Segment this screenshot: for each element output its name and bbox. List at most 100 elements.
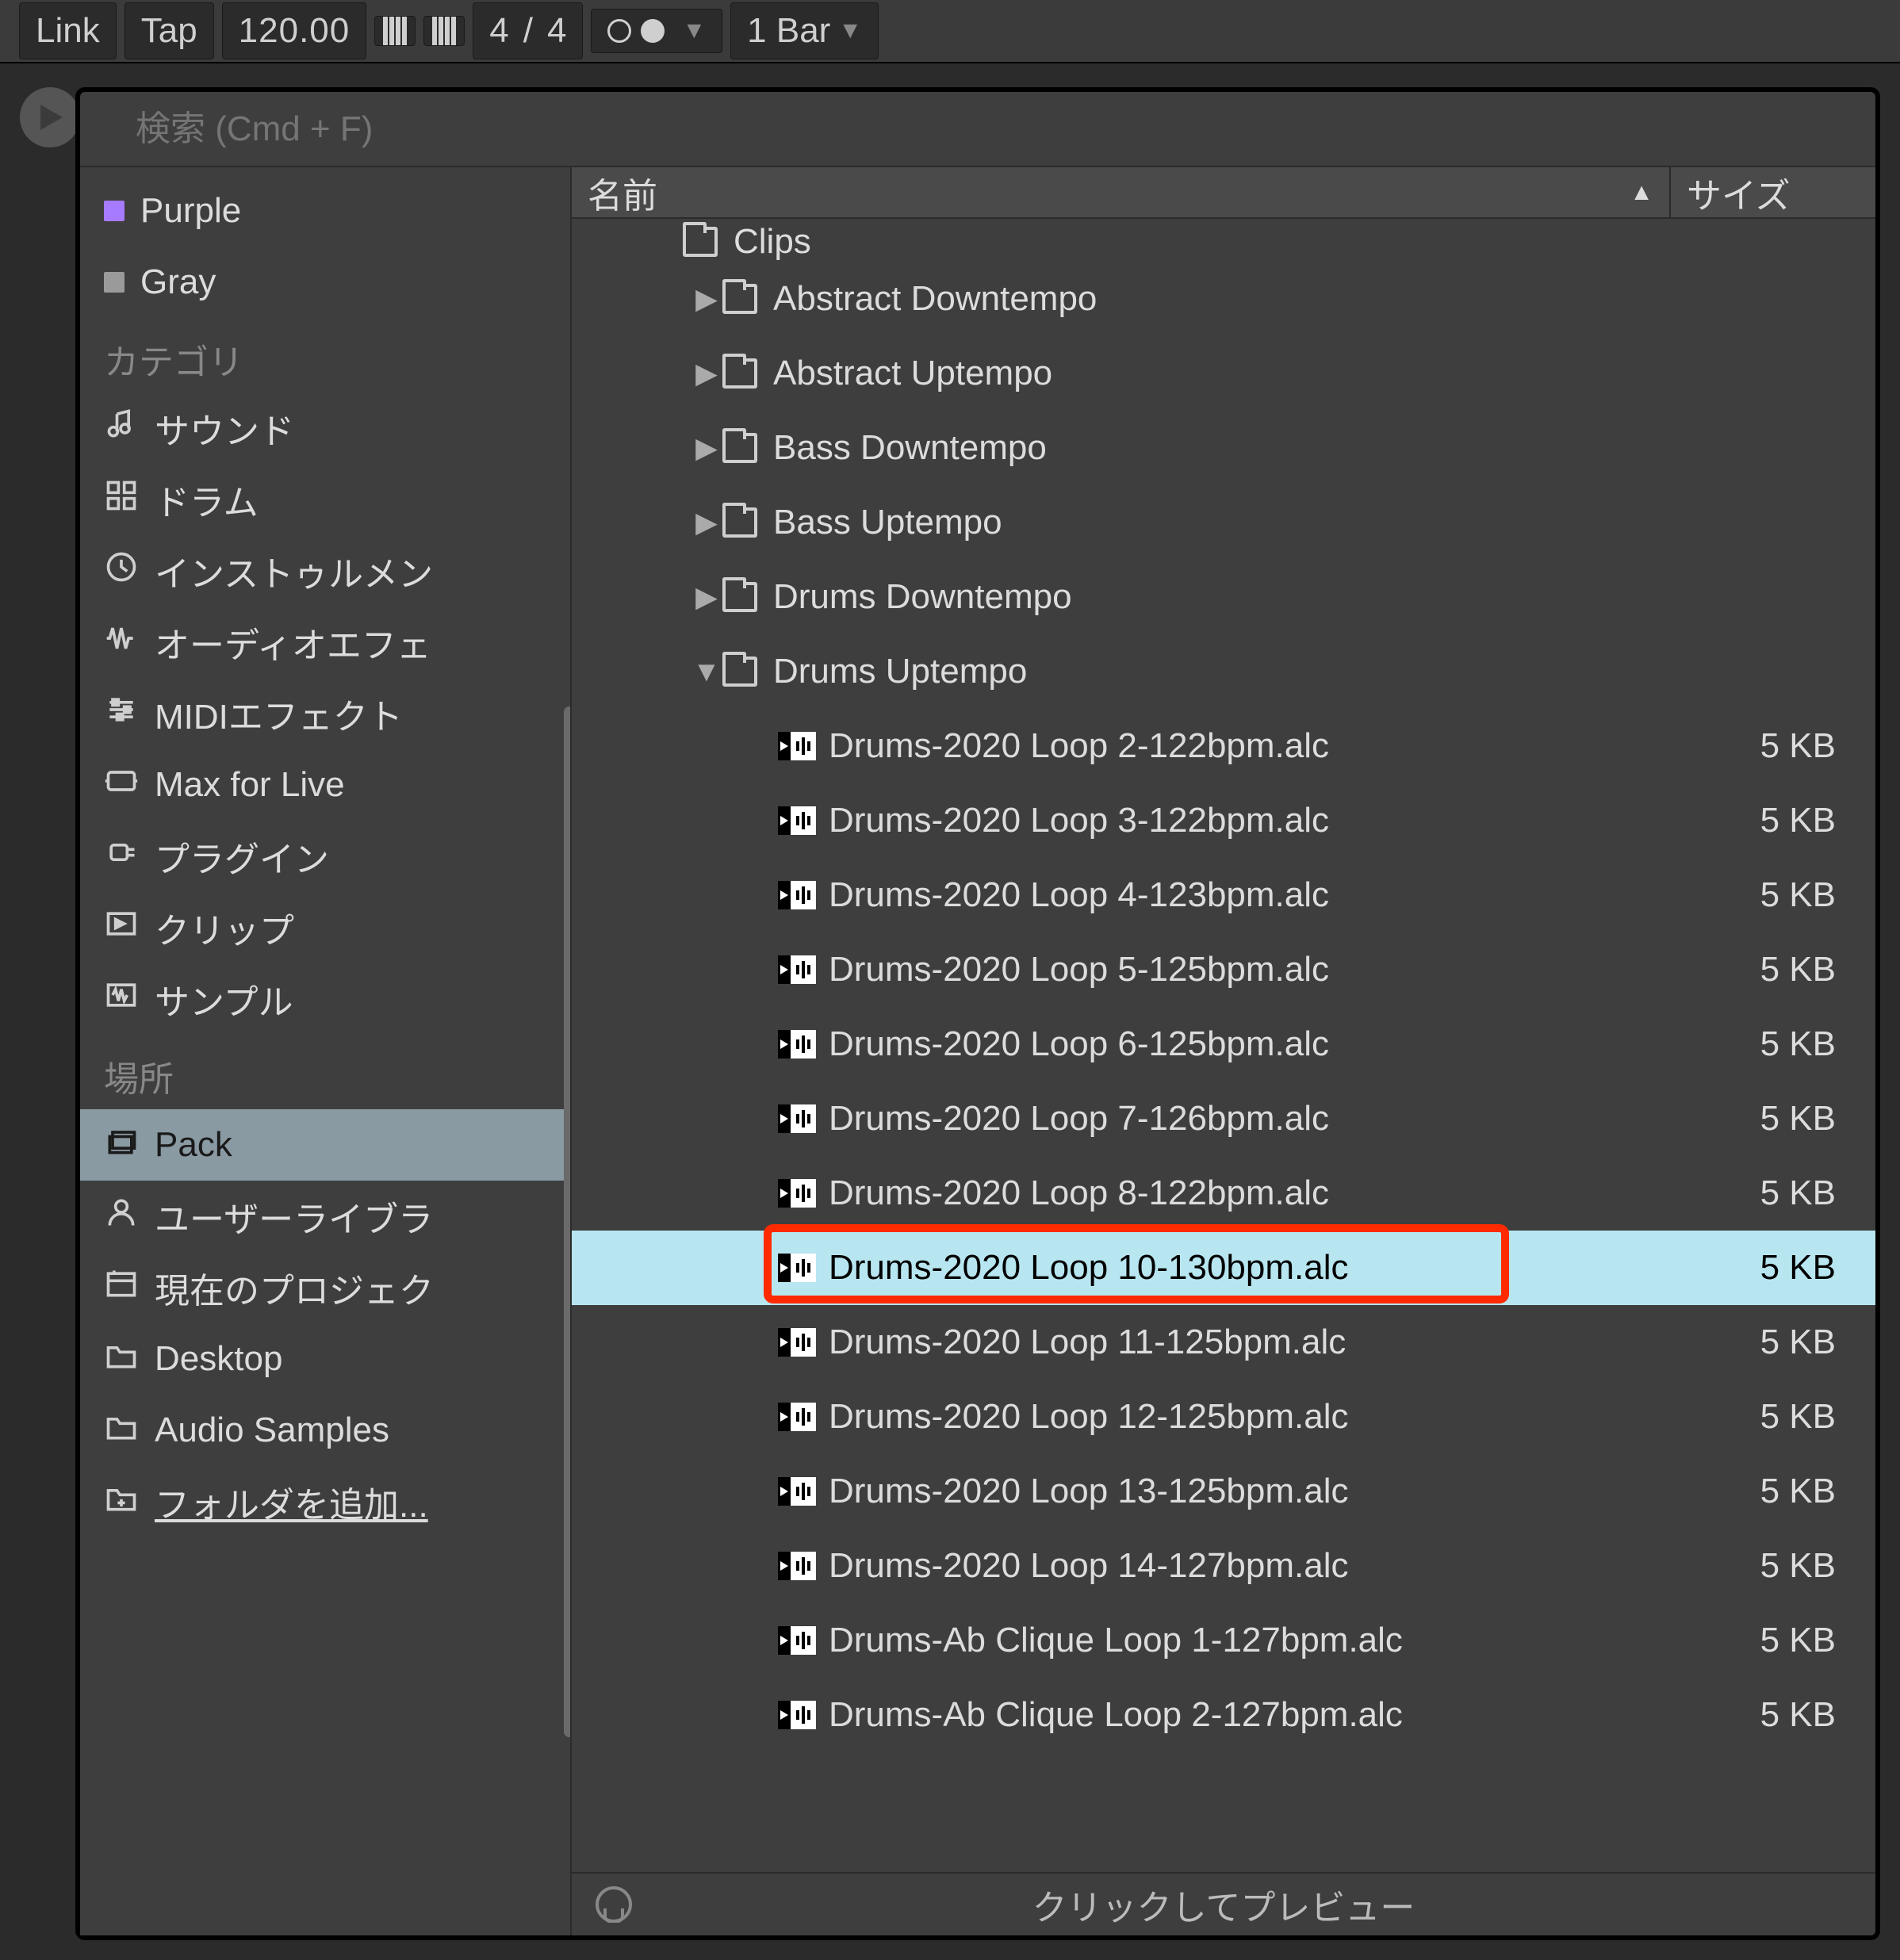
chevron-right-icon[interactable]: ▶	[691, 282, 722, 316]
clip-file-icon	[778, 1477, 816, 1506]
sig-denominator[interactable]: 4	[547, 11, 566, 51]
list-header: 名前 ▲ サイズ	[572, 167, 1875, 219]
column-name[interactable]: 名前 ▲	[572, 167, 1669, 218]
sliders-icon	[104, 692, 139, 736]
file-row[interactable]: Drums-Ab Clique Loop 2-127bpm.alc5 KB	[572, 1678, 1875, 1752]
preview-bar[interactable]: クリックしてプレビュー	[572, 1872, 1875, 1935]
file-row[interactable]: Drums-2020 Loop 14-127bpm.alc5 KB	[572, 1529, 1875, 1603]
metronome-button[interactable]: ▼	[591, 9, 722, 53]
nudge-down-button[interactable]	[374, 16, 416, 46]
chevron-down-icon[interactable]: ▼	[682, 17, 706, 44]
user-icon	[104, 1195, 139, 1238]
chevron-right-icon[interactable]: ▶	[691, 506, 722, 539]
file-size: 5 KB	[1669, 950, 1875, 990]
category-note[interactable]: サウンド	[80, 392, 570, 464]
places-heading: 場所	[80, 1035, 570, 1109]
file-row[interactable]: Drums-2020 Loop 5-125bpm.alc5 KB	[572, 932, 1875, 1007]
file-row[interactable]: Drums-2020 Loop 10-130bpm.alc5 KB	[572, 1231, 1875, 1305]
clock-icon	[104, 549, 139, 593]
chevron-right-icon[interactable]: ▶	[691, 357, 722, 390]
category-sample[interactable]: サンプル	[80, 963, 570, 1035]
tap-button[interactable]: Tap	[124, 2, 214, 59]
folder-row[interactable]: ▶Drums Downtempo	[572, 560, 1875, 634]
category-plug[interactable]: プラグイン	[80, 821, 570, 892]
browser-panel: Purple Gray カテゴリ サウンドドラムインストゥルメンオーディオエフェ M…	[75, 87, 1880, 1940]
category-label: MIDIエフェクト	[155, 688, 403, 739]
place--[interactable]: 現在のプロジェク	[80, 1252, 570, 1323]
folder-row[interactable]: ▶Bass Uptempo	[572, 485, 1875, 560]
filter-label: Gray	[140, 262, 216, 302]
place-pack[interactable]: Pack	[80, 1109, 570, 1181]
clip-file-icon	[778, 1030, 816, 1058]
quantize-menu[interactable]: 1 Bar ▼	[730, 2, 879, 59]
folder-icon	[683, 227, 718, 257]
folder-row[interactable]: ▶Abstract Downtempo	[572, 262, 1875, 336]
file-row[interactable]: Drums-2020 Loop 12-125bpm.alc5 KB	[572, 1380, 1875, 1454]
category-max[interactable]: Max for Live	[80, 749, 570, 821]
place--[interactable]: ユーザーライブラ	[80, 1181, 570, 1252]
clip-file-icon	[778, 1254, 816, 1282]
tempo-field[interactable]: 120.00	[222, 2, 367, 59]
file-row[interactable]: Drums-2020 Loop 3-122bpm.alc5 KB	[572, 783, 1875, 858]
category-wave[interactable]: オーディオエフェ	[80, 607, 570, 678]
max-icon	[104, 764, 139, 807]
file-row[interactable]: Drums-2020 Loop 4-123bpm.alc5 KB	[572, 858, 1875, 932]
link-button[interactable]: Link	[19, 2, 117, 59]
folder-icon	[722, 507, 757, 538]
chevron-down-icon: ▼	[838, 17, 862, 44]
color-filter-purple[interactable]: Purple	[80, 175, 570, 247]
transport-bar: Link Tap 120.00 4 / 4 ▼ 1 Bar ▼	[0, 0, 1900, 63]
place-desktop[interactable]: Desktop	[80, 1323, 570, 1395]
folder-icon	[104, 1338, 139, 1381]
category-pads[interactable]: ドラム	[80, 464, 570, 535]
file-size: 5 KB	[1669, 1024, 1875, 1064]
file-name: Drums-2020 Loop 8-122bpm.alc	[818, 1173, 1669, 1213]
folder-row[interactable]: ▶Bass Downtempo	[572, 411, 1875, 485]
preview-label: クリックしてプレビュー	[1032, 1879, 1415, 1930]
headphones-icon[interactable]	[596, 1886, 632, 1923]
place-audio-samples[interactable]: Audio Samples	[80, 1395, 570, 1466]
category-label: Max for Live	[155, 765, 345, 805]
file-row[interactable]: Drums-Ab Clique Loop 1-127bpm.alc5 KB	[572, 1603, 1875, 1678]
category-label: クリップ	[155, 902, 294, 953]
place-label: Desktop	[155, 1339, 282, 1379]
time-signature[interactable]: 4 / 4	[473, 2, 583, 59]
file-row[interactable]: Drums-2020 Loop 2-122bpm.alc5 KB	[572, 709, 1875, 783]
nudge-up-button[interactable]	[423, 16, 465, 46]
file-size: 5 KB	[1669, 801, 1875, 840]
file-row[interactable]: Drums-2020 Loop 6-125bpm.alc5 KB	[572, 1007, 1875, 1081]
file-name: Drums-2020 Loop 6-125bpm.alc	[818, 1024, 1669, 1064]
folder-row[interactable]: ▼ Drums Uptempo	[572, 634, 1875, 709]
pads-icon	[104, 478, 139, 522]
place--[interactable]: フォルダを追加...	[80, 1466, 570, 1537]
folder-icon	[722, 582, 757, 612]
category-clip[interactable]: クリップ	[80, 892, 570, 963]
chevron-right-icon[interactable]: ▶	[691, 580, 722, 614]
filter-label: Purple	[140, 191, 241, 231]
file-name: Drums-2020 Loop 4-123bpm.alc	[818, 875, 1669, 915]
clip-file-icon	[778, 732, 816, 760]
play-icon	[34, 101, 66, 133]
column-size[interactable]: サイズ	[1669, 167, 1875, 218]
file-row[interactable]: Drums-2020 Loop 13-125bpm.alc5 KB	[572, 1454, 1875, 1529]
sidebar-scrollbar[interactable]	[564, 706, 572, 1737]
categories-heading: カテゴリ	[80, 318, 570, 392]
chevron-down-icon[interactable]: ▼	[691, 655, 722, 688]
color-filter-gray[interactable]: Gray	[80, 247, 570, 318]
search-row	[80, 92, 1875, 167]
chevron-right-icon[interactable]: ▶	[691, 431, 722, 465]
category-clock[interactable]: インストゥルメン	[80, 535, 570, 607]
addfolder-icon	[104, 1480, 139, 1524]
folder-row-cut[interactable]: Clips	[572, 222, 1875, 262]
sig-numerator[interactable]: 4	[489, 11, 508, 51]
file-row[interactable]: Drums-2020 Loop 8-122bpm.alc5 KB	[572, 1156, 1875, 1231]
folder-row[interactable]: ▶Abstract Uptempo	[572, 336, 1875, 411]
play-button[interactable]	[20, 87, 80, 147]
file-size: 5 KB	[1669, 1397, 1875, 1437]
folder-name: Drums Uptempo	[762, 652, 1669, 691]
sample-icon	[104, 978, 139, 1021]
file-row[interactable]: Drums-2020 Loop 7-126bpm.alc5 KB	[572, 1081, 1875, 1156]
file-row[interactable]: Drums-2020 Loop 11-125bpm.alc5 KB	[572, 1305, 1875, 1380]
search-input[interactable]	[136, 109, 1875, 149]
category-sliders[interactable]: MIDIエフェクト	[80, 678, 570, 749]
